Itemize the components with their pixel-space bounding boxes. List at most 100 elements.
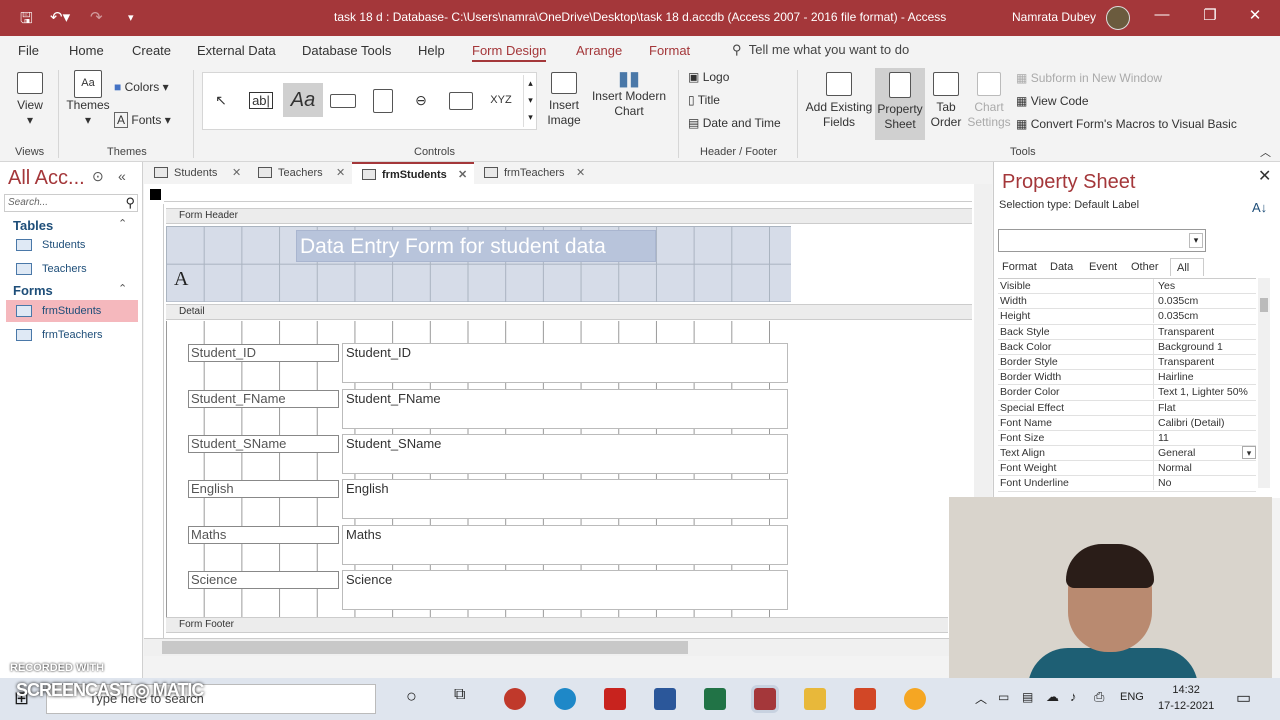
doc-tab-frmstudents[interactable]: frmStudents ✕ [352, 162, 474, 184]
field-control-english[interactable]: English [342, 479, 788, 519]
date-time-button[interactable]: ▤ Date and Time [688, 116, 781, 131]
property-row[interactable]: Width 0.035cm [998, 294, 1256, 310]
cortana-icon[interactable]: ○ [406, 686, 417, 707]
view-button[interactable]: View ▾ [12, 72, 48, 128]
property-row[interactable]: Visible Yes [998, 279, 1256, 295]
property-value[interactable]: General [1153, 446, 1256, 461]
word-icon[interactable] [654, 688, 676, 710]
powerpoint-icon[interactable] [854, 688, 876, 710]
label-control-icon[interactable]: Aa [283, 83, 323, 117]
option-group-icon[interactable]: XYZ [485, 83, 517, 117]
property-row[interactable]: Special Effect Flat [998, 400, 1256, 416]
excel-icon[interactable] [704, 688, 726, 710]
collapse-forms-icon[interactable]: ⌃ [118, 282, 127, 295]
access-icon[interactable] [751, 685, 779, 713]
insert-image-button[interactable]: Insert Image [540, 72, 588, 128]
nav-section-forms[interactable]: Forms [13, 283, 53, 298]
restore-icon[interactable]: ❐ [1198, 6, 1222, 24]
gallery-scroll[interactable]: ▴ ▾ ▾ [523, 75, 537, 127]
horizontal-scrollbar[interactable] [144, 638, 952, 656]
detail-bar[interactable]: Detail [166, 304, 972, 320]
tab-format[interactable]: Format [649, 43, 690, 58]
task-view-icon[interactable]: ⧉ [454, 686, 465, 704]
ps-tab-data[interactable]: Data [1044, 258, 1079, 276]
tab-order-button[interactable]: Tab Order [928, 72, 964, 130]
form-title-label[interactable]: Data Entry Form for student data [296, 230, 656, 262]
subform-button[interactable]: ▦ Subform in New Window [1016, 71, 1162, 86]
property-value[interactable]: Background 1 [1153, 339, 1256, 354]
chart-settings-button[interactable]: Chart Settings [966, 72, 1012, 130]
field-label-maths[interactable]: Maths [188, 526, 339, 544]
fonts-button[interactable]: A Fonts ▾ [114, 112, 171, 128]
nav-item-frmteachers[interactable]: frmTeachers [6, 324, 138, 346]
convert-macros-button[interactable]: ▦ Convert Form's Macros to Visual Basic [1016, 117, 1237, 132]
property-value[interactable]: 0.035cm [1153, 294, 1256, 309]
field-label-science[interactable]: Science [188, 571, 339, 589]
redo-icon[interactable]: ↷ [90, 8, 103, 26]
language-indicator[interactable]: ENG [1120, 691, 1144, 703]
property-value[interactable]: Flat [1153, 400, 1256, 415]
insert-chart-button[interactable]: ▮▮ Insert Modern Chart [590, 69, 668, 119]
collapse-ribbon-icon[interactable]: ︿ [1260, 146, 1271, 161]
property-value[interactable]: No [1153, 476, 1256, 491]
field-label-english[interactable]: English [188, 480, 339, 498]
tab-control-icon[interactable] [367, 83, 399, 117]
property-value[interactable]: Hairline [1153, 370, 1256, 385]
property-row[interactable]: Border Color Text 1, Lighter 50% [998, 385, 1256, 401]
avatar[interactable] [1106, 6, 1130, 30]
file-explorer-icon[interactable] [804, 688, 826, 710]
tray-chevron-icon[interactable]: ︿ [975, 690, 987, 707]
nav-item-frmstudents[interactable]: frmStudents [6, 300, 138, 322]
battery-icon[interactable]: ▭ [998, 690, 1009, 704]
field-label-student-sname[interactable]: Student_SName [188, 435, 339, 453]
screencast-icon[interactable] [904, 688, 926, 710]
ps-tab-all[interactable]: All [1170, 258, 1204, 276]
chevron-down-icon[interactable]: ▾ [1189, 233, 1203, 248]
property-value[interactable]: 11 [1153, 430, 1256, 445]
volume-icon[interactable]: ♪ [1070, 689, 1077, 704]
property-row[interactable]: Text Align General ▾ [998, 446, 1256, 462]
property-value[interactable]: Normal [1153, 461, 1256, 476]
field-control-science[interactable]: Science [342, 570, 788, 610]
collapse-tables-icon[interactable]: ⌃ [118, 217, 127, 230]
snipping-tool-icon[interactable] [504, 688, 526, 710]
property-scroll-thumb[interactable] [1260, 298, 1268, 312]
field-control-maths[interactable]: Maths [342, 525, 788, 565]
property-value[interactable]: Transparent [1153, 324, 1256, 339]
web-browser-control-icon[interactable] [445, 83, 477, 117]
field-control-student-id[interactable]: Student_ID [342, 343, 788, 383]
tab-create[interactable]: Create [132, 43, 171, 58]
horizontal-scroll-thumb[interactable] [162, 641, 688, 654]
sort-icon[interactable]: A↓ [1252, 200, 1267, 215]
add-existing-fields-button[interactable]: Add Existing Fields [804, 72, 874, 130]
close-icon[interactable]: ✕ [1243, 6, 1267, 24]
notifications-icon[interactable]: ▭ [1236, 688, 1251, 708]
tab-form-design[interactable]: Form Design [472, 43, 547, 62]
nav-section-tables[interactable]: Tables [13, 218, 53, 233]
customize-qat-icon[interactable]: ▾ [128, 11, 134, 24]
property-row[interactable]: Font Size 11 [998, 430, 1256, 447]
tab-help[interactable]: Help [418, 43, 445, 58]
hyperlink-control-icon[interactable]: ⊖ [405, 83, 437, 117]
close-icon[interactable]: ✕ [1258, 166, 1271, 186]
field-label-student-id[interactable]: Student_ID [188, 344, 339, 362]
property-sheet-button[interactable]: Property Sheet [875, 68, 925, 140]
property-row[interactable]: Font Weight Normal [998, 461, 1256, 477]
property-value[interactable]: Text 1, Lighter 50% [1153, 385, 1256, 400]
property-value[interactable]: Calibri (Detail) [1153, 415, 1256, 430]
field-label-student-fname[interactable]: Student_FName [188, 390, 339, 408]
form-selector[interactable] [150, 189, 161, 200]
edge-icon[interactable] [554, 688, 576, 710]
close-tab-icon[interactable]: ✕ [458, 164, 467, 186]
user-name[interactable]: Namrata Dubey [1012, 10, 1096, 24]
property-row[interactable]: Height 0.035cm [998, 309, 1256, 325]
view-code-button[interactable]: ▦ View Code [1016, 94, 1089, 109]
property-row[interactable]: Back Color Background 1 [998, 339, 1256, 355]
nav-item-students[interactable]: Students [6, 234, 138, 256]
form-footer-bar[interactable]: Form Footer [166, 617, 948, 633]
clock[interactable]: 14:32 17-12-2021 [1158, 682, 1214, 714]
ps-tab-event[interactable]: Event [1083, 258, 1123, 276]
close-tab-icon[interactable]: ✕ [232, 162, 241, 184]
shutter-bar-icon[interactable]: « [118, 168, 126, 184]
doc-tab-teachers[interactable]: Teachers ✕ [248, 162, 352, 184]
